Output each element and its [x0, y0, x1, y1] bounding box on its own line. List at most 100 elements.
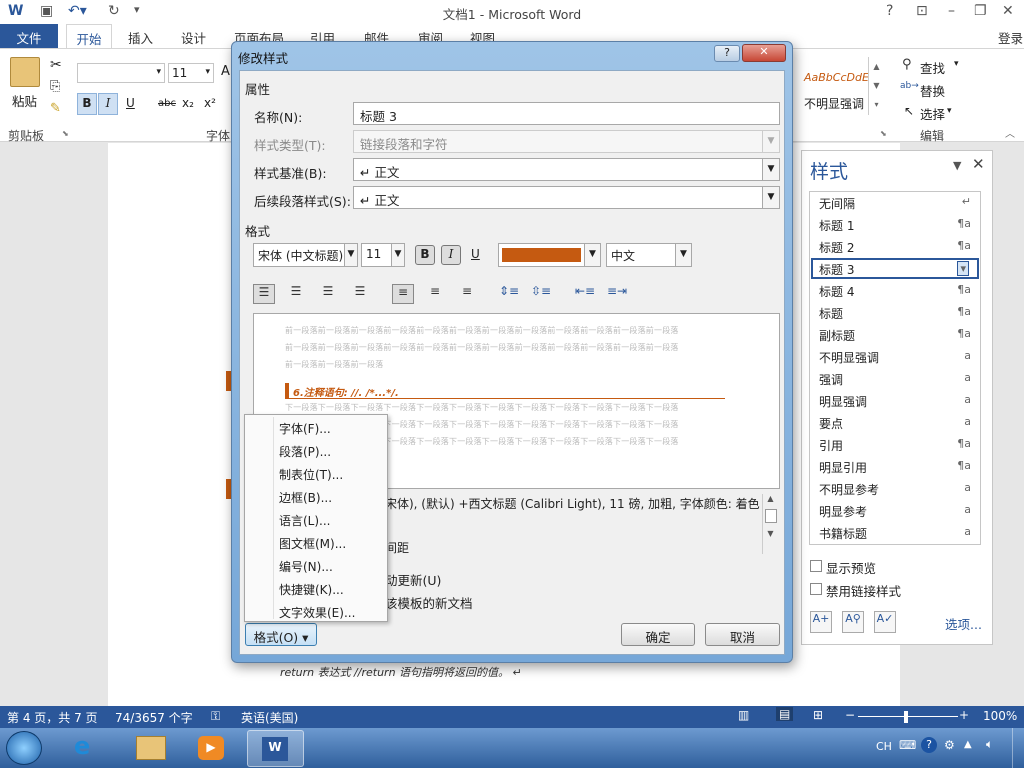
close-window-icon[interactable]: ✕ — [1002, 3, 1014, 19]
paste-icon[interactable] — [10, 57, 40, 87]
decrease-indent-icon[interactable]: ⇤≡ — [574, 284, 596, 304]
align-left-icon[interactable]: ☰ — [253, 284, 275, 304]
style-item[interactable]: 不明显强调 a — [811, 346, 979, 367]
italic-button[interactable]: I — [98, 93, 118, 115]
close-pane-icon[interactable]: ✕ — [972, 155, 985, 173]
copy-icon[interactable]: ⎘ — [50, 79, 60, 94]
dialog-help-button[interactable]: ? — [714, 45, 740, 62]
style-item[interactable]: 明显引用 ¶a — [811, 456, 979, 477]
zoom-level[interactable]: 100% — [983, 709, 1017, 723]
manage-styles-icon[interactable]: A✓ — [874, 611, 896, 633]
page-count[interactable]: 第 4 页，共 7 页 — [7, 709, 98, 726]
style-name-input[interactable]: 标题 3 — [353, 102, 780, 125]
disable-linked-styles-checkbox[interactable] — [810, 583, 822, 595]
cancel-button[interactable]: 取消 — [705, 623, 780, 646]
menu-item-numbering[interactable]: 编号(N)... — [279, 558, 333, 575]
dialog-italic-button[interactable]: I — [441, 245, 461, 265]
style-item[interactable]: 标题 4 ¶a — [811, 280, 979, 301]
ok-button[interactable]: 确定 — [621, 623, 695, 646]
volume-icon[interactable]: 🔈︎ — [986, 737, 993, 752]
dialog-bold-button[interactable]: B — [415, 245, 435, 265]
select-button[interactable]: 选择 — [920, 104, 945, 123]
print-layout-icon[interactable]: ▤ — [776, 707, 794, 721]
dialog-size-select[interactable]: 11 ▼ — [361, 243, 405, 267]
double-spacing-icon[interactable]: ≡ — [456, 284, 478, 304]
style-item[interactable]: 副标题 ¶a — [811, 324, 979, 345]
font-name-box[interactable]: ▾ — [77, 63, 165, 83]
grow-font-icon[interactable]: A — [221, 64, 230, 79]
align-right-icon[interactable]: ☰ — [317, 284, 339, 304]
menu-item-shortcut-key[interactable]: 快捷键(K)... — [279, 581, 344, 598]
ime-help-icon[interactable]: ? — [921, 737, 937, 753]
tab-file[interactable]: 文件 — [0, 24, 58, 48]
explorer-icon[interactable] — [136, 736, 166, 760]
proofing-icon[interactable]: ⚿ — [211, 709, 220, 724]
tab-design[interactable]: 设计 — [181, 28, 206, 47]
menu-item-paragraph[interactable]: 段落(P)... — [279, 443, 331, 460]
menu-item-language[interactable]: 语言(L)... — [279, 512, 331, 529]
next-style-select[interactable]: ↵ 正文 ▼ — [353, 186, 780, 209]
bold-button[interactable]: B — [77, 93, 97, 115]
keyboard-icon[interactable]: ⌨ — [899, 738, 916, 752]
style-item[interactable]: 标题 ¶a — [811, 302, 979, 323]
style-item[interactable]: 书籍标题 a — [811, 522, 979, 543]
media-player-icon[interactable]: ▶ — [198, 736, 224, 760]
dialog-font-select[interactable]: 宋体 (中文标题) ▼ — [253, 243, 358, 267]
ime-indicator[interactable]: CH — [876, 740, 892, 753]
increase-indent-icon[interactable]: ≡⇥ — [606, 284, 628, 304]
increase-paragraph-spacing-icon[interactable]: ⇕≡ — [498, 284, 520, 304]
tray-expand-icon[interactable]: ▲ — [964, 739, 972, 750]
justify-icon[interactable]: ☰ — [349, 284, 371, 304]
gallery-scroll[interactable]: ▲ ▼ ▾ — [868, 57, 884, 115]
word-count[interactable]: 74/3657 个字 — [115, 709, 193, 726]
find-button[interactable]: 查找 — [920, 58, 945, 77]
style-item[interactable]: 标题 1 ¶a — [811, 214, 979, 235]
description-scrollbar[interactable]: ▲ ▼ — [762, 494, 778, 554]
replace-icon[interactable]: ab→ — [900, 81, 919, 91]
select-icon[interactable]: ↖ — [904, 104, 914, 118]
paste-label[interactable]: 粘贴 — [12, 91, 37, 110]
style-inspector-icon[interactable]: A⚲ — [842, 611, 864, 633]
style-item[interactable]: 无间隔 ↵ — [811, 192, 979, 213]
dialog-close-button[interactable]: ✕ — [742, 44, 786, 62]
style-item[interactable]: 明显参考 a — [811, 500, 979, 521]
language-indicator[interactable]: 英语(美国) — [241, 709, 298, 726]
select-dropdown-icon[interactable]: ▾ — [947, 106, 952, 116]
style-options-link[interactable]: 选项... — [945, 614, 982, 633]
zoom-thumb[interactable] — [904, 711, 908, 723]
ie-icon[interactable]: e — [74, 732, 90, 760]
collapse-ribbon-icon[interactable]: ︿ — [1005, 125, 1015, 140]
menu-item-border[interactable]: 边框(B)... — [279, 489, 332, 506]
style-item[interactable]: 标题 2 ¶a — [811, 236, 979, 257]
cut-icon[interactable]: ✂ — [50, 57, 62, 73]
font-size-box[interactable]: 11 ▾ — [168, 63, 214, 83]
strikethrough-button[interactable]: abc — [158, 98, 176, 109]
word-taskbar-button[interactable]: W — [247, 730, 304, 767]
style-item[interactable]: 明显强调 a — [811, 390, 979, 411]
style-gallery[interactable]: AaBbCcDdE 不明显强调 ▲ ▼ ▾ — [798, 57, 886, 115]
zoom-slider[interactable] — [858, 716, 958, 717]
show-desktop-button[interactable] — [1012, 728, 1024, 768]
tab-home[interactable]: 开始 — [66, 24, 112, 49]
subscript-button[interactable]: x₂ — [182, 96, 194, 110]
menu-item-frame[interactable]: 图文框(M)... — [279, 535, 346, 552]
font-color-select[interactable]: ▼ — [498, 243, 601, 267]
single-spacing-icon[interactable]: ≡ — [392, 284, 414, 304]
read-mode-icon[interactable]: ▥ — [738, 708, 749, 722]
format-painter-icon[interactable]: ✎ — [50, 101, 61, 116]
menu-item-tabs[interactable]: 制表位(T)... — [279, 466, 343, 483]
style-item[interactable]: 强调 a — [811, 368, 979, 389]
find-dropdown-icon[interactable]: ▾ — [954, 59, 959, 69]
style-item[interactable]: 要点 a — [811, 412, 979, 433]
zoom-out-icon[interactable]: − — [845, 708, 855, 722]
restore-icon[interactable]: ❐ — [974, 3, 987, 19]
ribbon-display-options-icon[interactable]: ⊡ — [916, 3, 928, 19]
align-center-icon[interactable]: ☰ — [285, 284, 307, 304]
styles-launcher-icon[interactable]: ⬊ — [880, 129, 887, 138]
minimize-icon[interactable]: – — [948, 3, 955, 19]
style-item[interactable]: 引用 ¶a — [811, 434, 979, 455]
underline-button[interactable]: U — [126, 96, 135, 110]
help-icon[interactable]: ? — [886, 3, 893, 19]
new-style-icon[interactable]: A+ — [810, 611, 832, 633]
find-icon[interactable]: ⚲ — [902, 57, 912, 72]
